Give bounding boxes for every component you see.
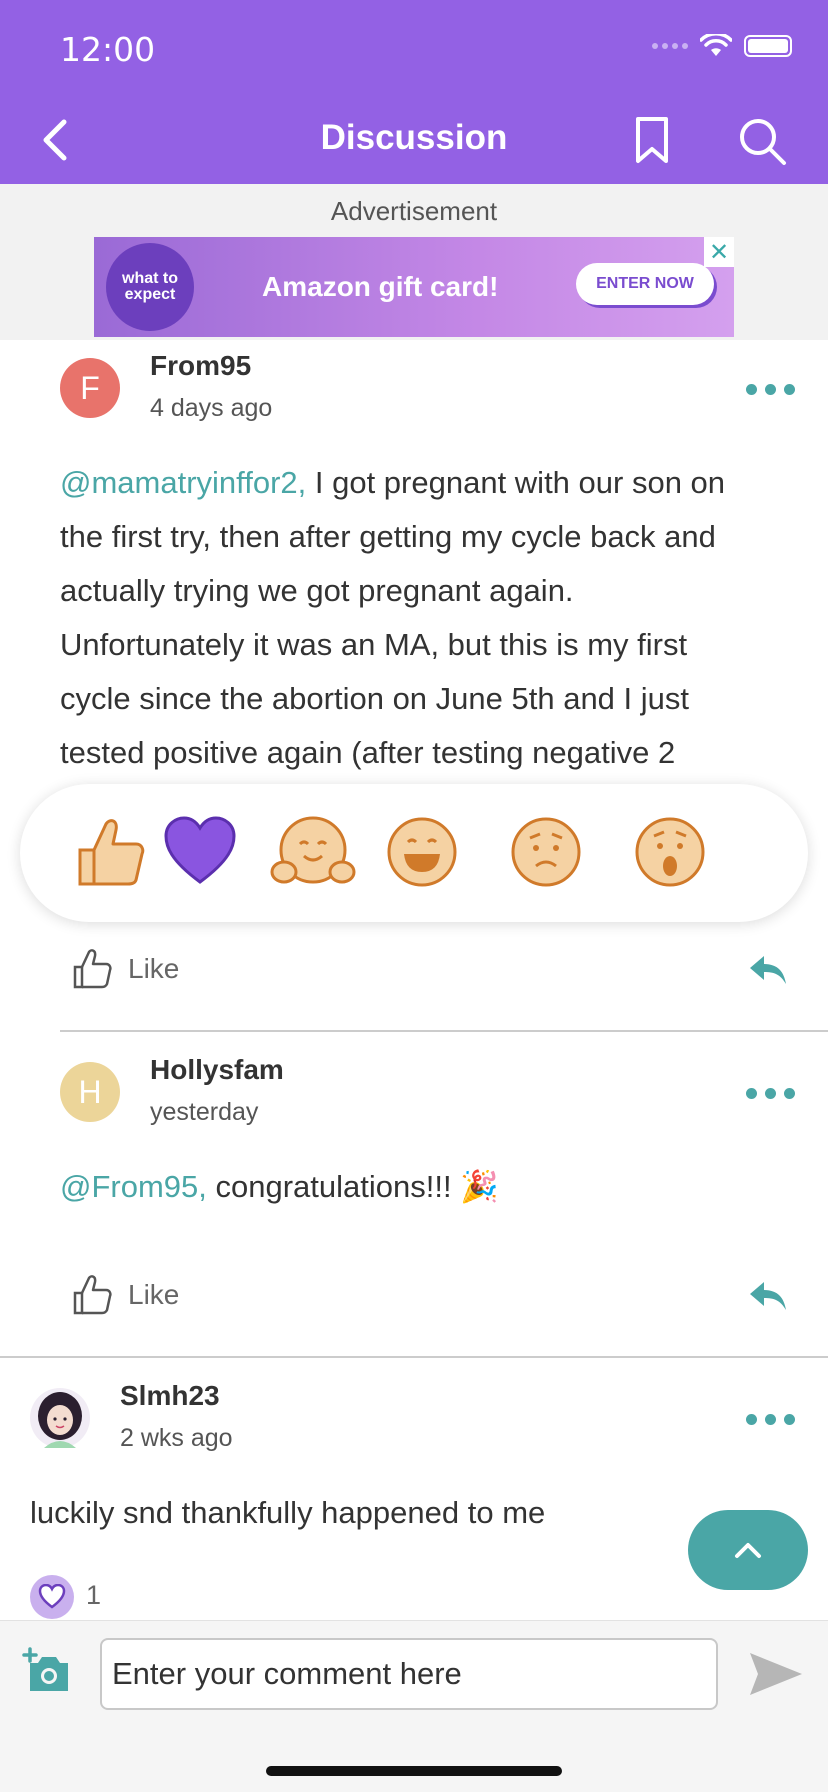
like-button[interactable]: Like [72,948,179,990]
more-options-icon[interactable] [746,1088,795,1099]
like-label: Like [128,1279,180,1310]
reply-icon[interactable] [748,954,788,988]
post-body-line: cycle since the abortion on June 5th and… [60,681,690,716]
ad-banner[interactable]: what to expect Amazon gift card! ENTER N… [94,237,734,337]
ad-logo: what to expect [106,243,194,331]
like-label: Like [128,953,180,984]
more-options-icon[interactable] [746,1414,795,1425]
comment-input[interactable] [100,1638,718,1710]
home-bar-area [0,1720,828,1792]
reaction-count: 1 [86,1580,102,1610]
avatar[interactable]: H [60,1062,120,1122]
post-username[interactable]: From95 [150,350,251,382]
heart-reaction-icon[interactable] [162,814,238,890]
post-body: luckily snd thankfully happened to me [30,1495,546,1530]
ad-close-icon[interactable]: ✕ [704,237,734,267]
comment-composer [0,1620,828,1720]
laugh-reaction-icon[interactable] [384,814,460,890]
heart-icon [38,1584,66,1609]
mention-link[interactable]: @mamatryinffor2, [60,465,306,500]
home-indicator[interactable] [266,1766,562,1776]
reaction-picker [20,784,808,922]
thumbs-up-icon [73,949,112,989]
post-timestamp: 2 wks ago [120,1424,233,1452]
heart-reaction-badge[interactable] [30,1575,74,1619]
post-body-line: the first try, then after getting my cyc… [60,519,716,554]
add-photo-icon[interactable] [22,1647,72,1693]
scroll-to-top-button[interactable] [688,1510,808,1590]
battery-icon [744,35,792,57]
post-username[interactable]: Hollysfam [150,1054,284,1086]
post-body-line: Unfortunately it was an MA, but this is … [60,627,688,662]
post-username[interactable]: Slmh23 [120,1380,220,1412]
ad-headline: Amazon gift card! [262,271,499,302]
send-icon[interactable] [748,1649,804,1699]
sad-reaction-icon[interactable] [508,814,584,890]
status-time: 12:00 [60,30,156,69]
post-body-line: @mamatryinffor2, I got pregnant with our… [60,465,726,500]
wifi-icon [700,34,732,56]
divider [0,1356,828,1358]
ad-area: Advertisement what to expect Amazon gift… [0,184,828,340]
ad-enter-now-button[interactable]: ENTER NOW [576,263,714,305]
ad-label: Advertisement [330,196,498,226]
thumbs-up-reaction-icon[interactable] [72,814,148,890]
mention-link[interactable]: @From95, [60,1169,207,1204]
post-timestamp: yesterday [150,1098,259,1126]
post-body: @From95, congratulations!!! 🎉 [60,1169,499,1204]
thumbs-up-icon [73,1275,112,1315]
post-timestamp: 4 days ago [150,394,273,422]
post-body: @mamatryinffor2, I got pregnant with our… [60,456,780,780]
status-icons [652,34,792,58]
divider [60,1030,828,1032]
bookmark-icon[interactable] [630,115,674,165]
hug-reaction-icon[interactable] [270,814,356,890]
signal-icon [652,43,688,49]
post-body-line: tested positive again (after testing neg… [60,735,676,770]
post-body-line: actually trying we got pregnant again. [60,573,574,608]
wow-reaction-icon[interactable] [632,814,708,890]
page-title: Discussion [320,118,508,157]
avatar[interactable]: F [60,358,120,418]
app-header: 12:00 Discussion [0,0,828,184]
reply-icon[interactable] [748,1280,788,1314]
like-button[interactable]: Like [72,1274,179,1316]
more-options-icon[interactable] [746,384,795,395]
avatar[interactable] [30,1388,90,1448]
search-icon[interactable] [736,115,788,167]
chevron-up-icon [735,1543,761,1558]
